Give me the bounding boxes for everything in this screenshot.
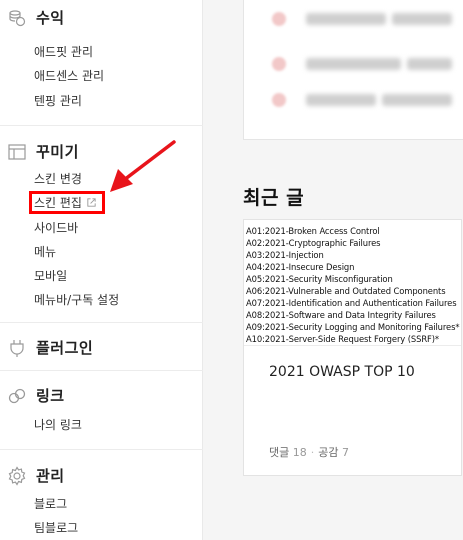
thumbnail-text: A05:2021-Security Misconfiguration [246, 274, 393, 284]
thumbnail-text: A01:2021-Broken Access Control [246, 226, 380, 236]
thumbnail-text: A06:2021-Vulnerable and Outdated Compone… [246, 286, 446, 296]
sidebar-section-title: 수익 [36, 9, 65, 27]
thumbnail-text: A08:2021-Software and Data Integrity Fai… [246, 310, 436, 320]
sidebar-section-title: 링크 [36, 387, 65, 405]
gear-icon [7, 465, 27, 486]
sidebar: 수익 애드핏 관리 애드센스 관리 텐핑 관리 꾸미기 스킨 변경 스킨 편집 … [0, 0, 203, 540]
sidebar-section-title: 관리 [36, 467, 65, 485]
sidebar-section-title: 플러그인 [36, 339, 94, 357]
layout-icon [7, 142, 27, 162]
likes-label: 공감 [318, 446, 339, 459]
sidebar-section-plugin[interactable]: 플러그인 [7, 337, 93, 358]
plug-icon [7, 338, 27, 358]
comments-count: 18 [292, 446, 307, 459]
sidebar-section-manage[interactable]: 관리 [7, 465, 65, 486]
sidebar-section-link[interactable]: 링크 [7, 385, 65, 406]
coins-icon [7, 8, 27, 28]
post-title[interactable]: 2021 OWASP TOP 10 [269, 364, 415, 380]
likes-count: 7 [342, 446, 349, 459]
post-meta: 댓글 18 · 공감 7 [269, 444, 349, 460]
thumbnail-text: A04:2021-Insecure Design [246, 262, 355, 272]
sidebar-item-skin-change[interactable]: 스킨 변경 [34, 170, 82, 187]
thumbnail-text: A10:2021-Server-Side Request Forgery (SS… [246, 334, 440, 344]
blurred-row [272, 57, 458, 71]
thumbnail-text: A09:2021-Security Logging and Monitoring… [246, 322, 460, 332]
separator-dot: · [310, 446, 315, 459]
blurred-list-card [243, 0, 463, 140]
divider [0, 370, 203, 371]
link-icon [7, 386, 27, 406]
blurred-row [272, 93, 458, 107]
sidebar-section-customize[interactable]: 꾸미기 [7, 141, 79, 162]
sidebar-item-team-blog[interactable]: 팀블로그 [34, 519, 78, 536]
divider [0, 125, 203, 126]
sidebar-item-my-link[interactable]: 나의 링크 [34, 416, 82, 433]
sidebar-item-menubar-subscribe[interactable]: 메뉴바/구독 설정 [34, 291, 119, 308]
sidebar-section-title: 꾸미기 [36, 143, 79, 161]
comments-label: 댓글 [269, 446, 290, 459]
recent-posts-heading: 최근 글 [243, 187, 305, 209]
blurred-row [272, 12, 458, 26]
sidebar-item-tenping[interactable]: 텐핑 관리 [34, 92, 82, 109]
thumbnail-text: A03:2021-Injection [246, 250, 324, 260]
post-card[interactable]: A01:2021-Broken Access Control A02:2021-… [243, 219, 462, 476]
thumbnail-text: A07:2021-Identification and Authenticati… [246, 298, 457, 308]
sidebar-item-mobile[interactable]: 모바일 [34, 267, 67, 284]
sidebar-item-blog[interactable]: 블로그 [34, 495, 67, 512]
divider [0, 322, 203, 323]
post-thumbnail[interactable]: A01:2021-Broken Access Control A02:2021-… [244, 220, 461, 346]
divider [0, 449, 203, 450]
sidebar-section-revenue[interactable]: 수익 [7, 7, 65, 28]
sidebar-item-sidebar[interactable]: 사이드바 [34, 219, 78, 236]
sidebar-item-menu[interactable]: 메뉴 [34, 243, 56, 260]
sidebar-item-adfit[interactable]: 애드핏 관리 [34, 43, 93, 60]
thumbnail-text: A02:2021-Cryptographic Failures [246, 238, 381, 248]
sidebar-item-adsense[interactable]: 애드센스 관리 [34, 67, 104, 84]
highlight-box [29, 191, 105, 214]
